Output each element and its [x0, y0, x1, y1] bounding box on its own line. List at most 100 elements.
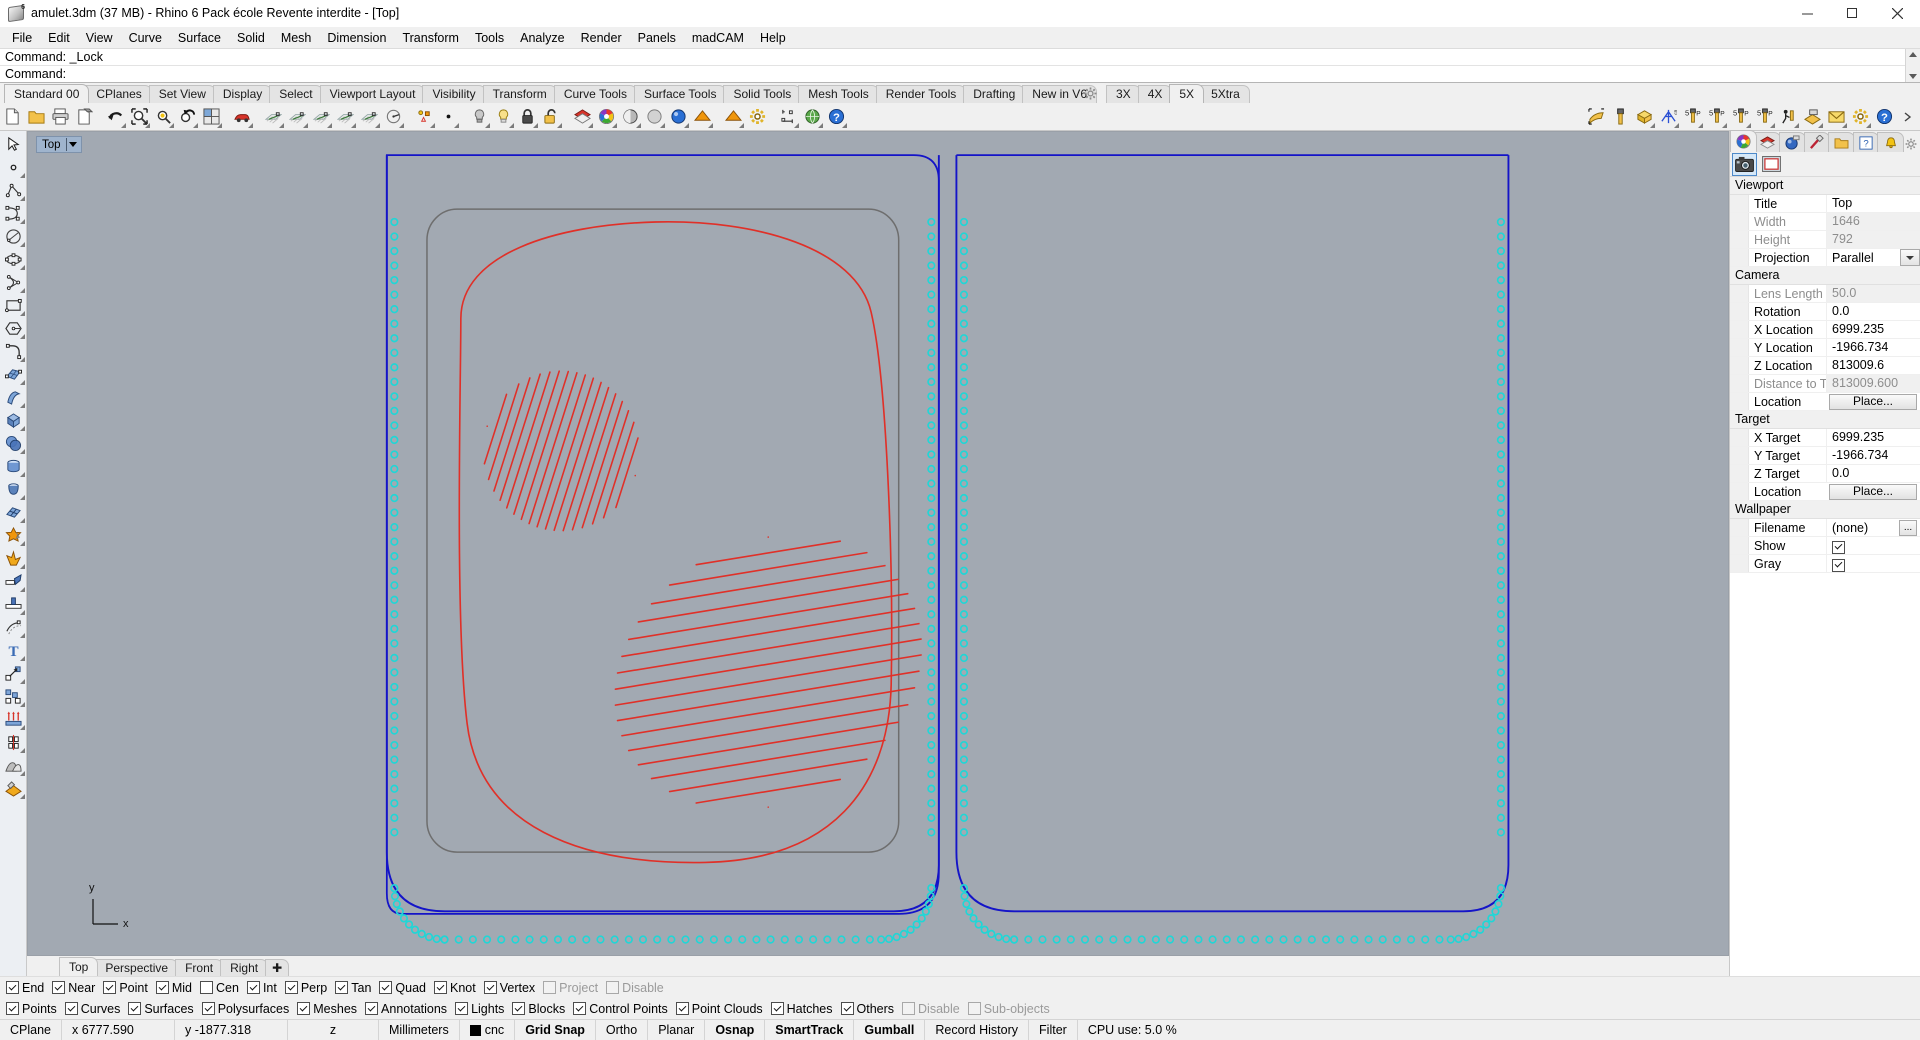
control-point[interactable]: [611, 936, 618, 943]
control-point[interactable]: [1238, 936, 1245, 943]
control-point[interactable]: [682, 936, 689, 943]
control-point[interactable]: [878, 936, 885, 943]
viewport-layout-icon[interactable]: [199, 105, 223, 129]
property-value[interactable]: 813009.6: [1826, 357, 1920, 374]
control-point[interactable]: [928, 800, 935, 807]
layers-tab-icon[interactable]: [1755, 132, 1782, 152]
color-wheel-icon[interactable]: [594, 105, 618, 129]
control-point[interactable]: [1252, 936, 1259, 943]
control-point[interactable]: [928, 466, 935, 473]
control-point[interactable]: [928, 684, 935, 691]
control-point[interactable]: [961, 219, 968, 226]
control-point[interactable]: [1181, 936, 1188, 943]
control-point[interactable]: [961, 582, 968, 589]
toggle-end[interactable]: End: [6, 981, 44, 995]
flyout-arrow-icon[interactable]: [684, 123, 689, 128]
control-point[interactable]: [928, 885, 935, 892]
toolbar-tab-set-view[interactable]: Set View: [149, 85, 216, 103]
control-point[interactable]: [1498, 885, 1505, 892]
control-point[interactable]: [1096, 936, 1103, 943]
flyout-arrow-icon[interactable]: [248, 123, 253, 128]
control-point[interactable]: [1498, 320, 1505, 327]
array-icon[interactable]: [1, 708, 25, 731]
control-point[interactable]: [928, 626, 935, 633]
flyout-arrow-icon[interactable]: [20, 587, 25, 592]
control-point[interactable]: [1498, 698, 1505, 705]
status-toggle-smarttrack[interactable]: SmartTrack: [765, 1020, 854, 1040]
toolbar-tab-solid-tools[interactable]: Solid Tools: [723, 85, 801, 103]
flyout-arrow-icon[interactable]: [660, 123, 665, 128]
status-toggle-osnap[interactable]: Osnap: [705, 1020, 765, 1040]
control-point[interactable]: [928, 349, 935, 356]
control-point[interactable]: [1498, 495, 1505, 502]
polygon-icon[interactable]: [1, 317, 25, 340]
control-point[interactable]: [1351, 936, 1358, 943]
control-point[interactable]: [391, 277, 398, 284]
ellipse-icon[interactable]: [1, 248, 25, 271]
control-point[interactable]: [1498, 785, 1505, 792]
property-value[interactable]: 792: [1826, 231, 1920, 248]
control-point[interactable]: [1011, 936, 1018, 943]
control-point[interactable]: [928, 596, 935, 603]
control-point[interactable]: [961, 893, 968, 900]
camera-icon[interactable]: [1732, 153, 1757, 176]
flyout-arrow-icon[interactable]: [20, 265, 25, 270]
toolbar-tab-mesh-tools[interactable]: Mesh Tools: [798, 85, 878, 103]
render-icon[interactable]: [230, 105, 254, 129]
flyout-arrow-icon[interactable]: [1770, 123, 1775, 128]
control-point[interactable]: [1309, 936, 1316, 943]
control-point[interactable]: [433, 936, 440, 943]
checkbox-icon[interactable]: [103, 981, 116, 994]
control-point[interactable]: [928, 335, 935, 342]
control-point[interactable]: [838, 936, 845, 943]
checkbox-icon[interactable]: [676, 1002, 689, 1015]
control-point[interactable]: [1379, 936, 1386, 943]
flyout-arrow-icon[interactable]: [20, 794, 25, 799]
control-point[interactable]: [1068, 936, 1075, 943]
toolbar-tab-4x[interactable]: 4X: [1138, 85, 1173, 103]
control-point[interactable]: [928, 408, 935, 415]
viewport-title-tab[interactable]: Top: [36, 136, 82, 153]
control-point[interactable]: [1498, 553, 1505, 560]
flyout-arrow-icon[interactable]: [20, 380, 25, 385]
control-point[interactable]: [401, 915, 408, 922]
flyout-arrow-icon[interactable]: [1746, 123, 1751, 128]
control-point[interactable]: [1082, 936, 1089, 943]
flyout-arrow-icon[interactable]: [169, 123, 174, 128]
toggle-project[interactable]: Project: [543, 981, 598, 995]
control-point[interactable]: [961, 611, 968, 618]
flyout-arrow-icon[interactable]: [303, 123, 308, 128]
control-point[interactable]: [913, 921, 920, 928]
madcam-surface-icon[interactable]: [1584, 105, 1608, 129]
control-point[interactable]: [1498, 248, 1505, 255]
control-point[interactable]: [1463, 934, 1470, 941]
property-value[interactable]: Top: [1826, 195, 1920, 212]
control-point[interactable]: [654, 936, 661, 943]
flyout-arrow-icon[interactable]: [279, 123, 284, 128]
flyout-arrow-icon[interactable]: [20, 334, 25, 339]
flyout-arrow-icon[interactable]: [739, 123, 744, 128]
control-point[interactable]: [668, 936, 675, 943]
control-point[interactable]: [981, 926, 988, 933]
checkbox-icon[interactable]: [52, 981, 65, 994]
control-point[interactable]: [961, 684, 968, 691]
control-point[interactable]: [392, 893, 399, 900]
toggle-surfaces[interactable]: Surfaces: [128, 1002, 193, 1016]
control-point[interactable]: [966, 908, 973, 915]
control-point[interactable]: [1483, 921, 1490, 928]
split-icon[interactable]: [1, 593, 25, 616]
menu-item-panels[interactable]: Panels: [630, 29, 684, 47]
mirror-icon[interactable]: [1, 731, 25, 754]
control-point[interactable]: [1498, 582, 1505, 589]
arc-icon[interactable]: [1, 271, 25, 294]
close-button[interactable]: [1875, 0, 1920, 26]
flyout-arrow-icon[interactable]: [193, 123, 198, 128]
five-axis-parallel-icon[interactable]: 5P: [1680, 105, 1704, 129]
control-point[interactable]: [928, 495, 935, 502]
toggle-disable[interactable]: Disable: [606, 981, 664, 995]
control-point[interactable]: [753, 936, 760, 943]
flyout-arrow-icon[interactable]: [20, 656, 25, 661]
viewport-tab-right[interactable]: Right: [220, 959, 268, 976]
control-point[interactable]: [961, 538, 968, 545]
control-point[interactable]: [928, 640, 935, 647]
